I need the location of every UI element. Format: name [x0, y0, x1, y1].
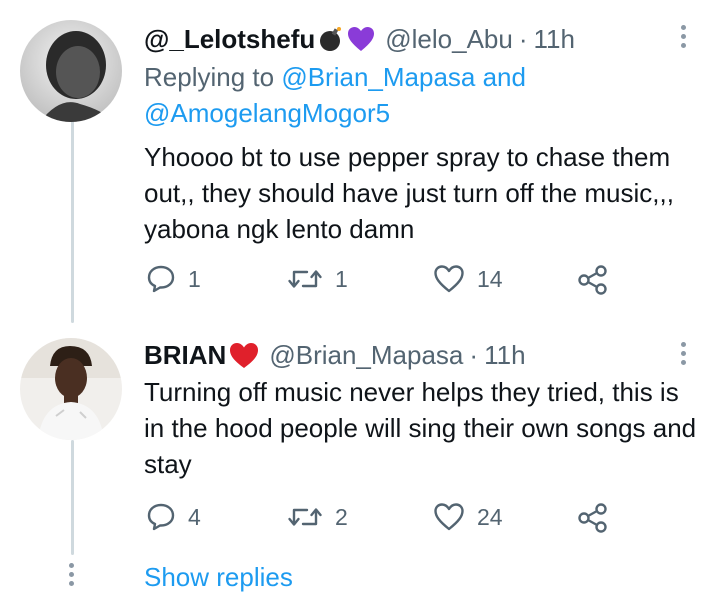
- display-name[interactable]: BRIAN: [144, 338, 226, 372]
- more-options-icon[interactable]: [678, 342, 688, 365]
- more-options-icon[interactable]: [678, 25, 688, 48]
- separator-dot: ·: [469, 340, 479, 370]
- show-replies-link[interactable]: Show replies: [144, 560, 293, 594]
- like-count: 14: [477, 265, 503, 292]
- thread-line-bottom: [71, 440, 74, 555]
- avatar[interactable]: [20, 20, 122, 122]
- tweet-text: Yhoooo bt to use pepper spray to chase t…: [144, 142, 674, 244]
- separator-dot: ·: [518, 24, 528, 54]
- purple-heart-icon: [347, 26, 375, 52]
- replying-to-line-2: @AmogelangMogor5: [144, 96, 390, 130]
- reply-button[interactable]: 4: [146, 502, 201, 532]
- timestamp[interactable]: 11h: [534, 22, 575, 56]
- reply-count: 4: [188, 503, 201, 530]
- display-name[interactable]: @_Lelotshefu: [144, 22, 315, 56]
- heart-icon: [434, 503, 464, 531]
- avatar-photo: [20, 20, 122, 122]
- share-icon: [578, 265, 607, 295]
- like-count: 24: [477, 503, 503, 530]
- replying-to-label: Replying to: [144, 62, 282, 92]
- bomb-emoji-icon: [318, 26, 344, 52]
- share-button[interactable]: [577, 502, 609, 534]
- reply-button[interactable]: 1: [146, 264, 201, 294]
- retweet-count: 2: [335, 503, 348, 530]
- timestamp[interactable]: 11h: [484, 338, 525, 372]
- replying-to: Replying to @Brian_Mapasa and: [144, 60, 526, 94]
- like-button[interactable]: 14: [433, 264, 503, 294]
- retweet-icon: [288, 508, 322, 526]
- thread-continuation-dots: [69, 563, 74, 586]
- like-button[interactable]: 24: [433, 502, 503, 532]
- thread-line-top: [71, 118, 74, 323]
- reply-icon: [147, 265, 175, 293]
- mention-link[interactable]: @AmogelangMogor5: [144, 98, 390, 128]
- retweet-count: 1: [335, 265, 348, 292]
- reply-count: 1: [188, 265, 201, 292]
- retweet-button[interactable]: 2: [287, 502, 348, 532]
- avatar-photo: [20, 338, 122, 440]
- retweet-icon: [288, 270, 322, 288]
- handle[interactable]: @lelo_Abu: [385, 22, 513, 56]
- tweet-header: BRIAN @Brian_Mapasa · 11h: [144, 338, 526, 372]
- share-button[interactable]: [577, 264, 609, 296]
- red-heart-icon: [229, 342, 259, 369]
- reply-icon: [147, 503, 175, 531]
- tweet-text: Turning off music never helps they tried…: [144, 377, 697, 479]
- avatar[interactable]: [20, 338, 122, 440]
- mention-conjunction: and: [475, 62, 526, 92]
- mention-link[interactable]: @Brian_Mapasa: [281, 62, 475, 92]
- tweet-header: @_Lelotshefu @lelo_Abu · 11h: [144, 22, 575, 56]
- share-icon: [578, 503, 607, 533]
- heart-icon: [434, 265, 464, 293]
- handle[interactable]: @Brian_Mapasa: [269, 338, 463, 372]
- retweet-button[interactable]: 1: [287, 264, 348, 294]
